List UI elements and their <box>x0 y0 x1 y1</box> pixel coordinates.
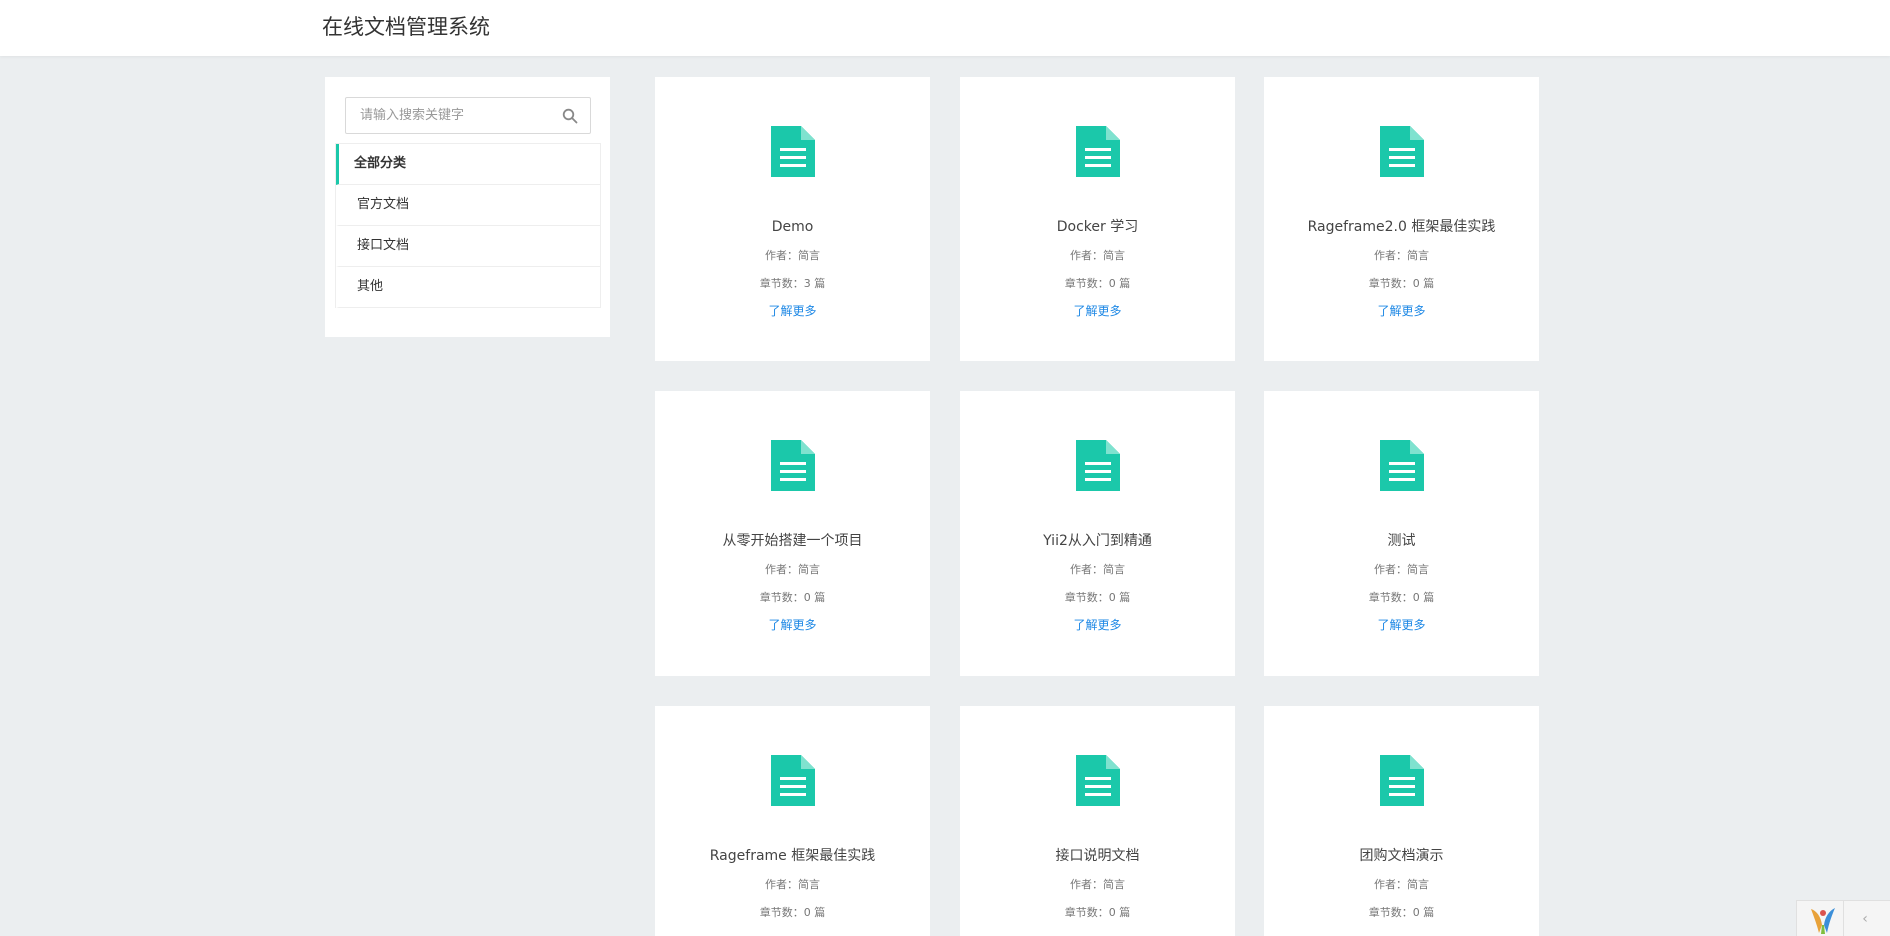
doc-author: 作者：简言 <box>1374 249 1429 262</box>
learn-more-link[interactable]: 了解更多 <box>960 302 1235 320</box>
search-box <box>345 97 591 134</box>
learn-more-link[interactable]: 了解更多 <box>1264 616 1539 634</box>
search-input[interactable] <box>346 98 556 133</box>
doc-author: 作者：简言 <box>1070 563 1125 576</box>
doc-chapter-count: 章节数：0 篇 <box>759 906 826 919</box>
doc-title: Demo <box>771 219 814 235</box>
category-item-official-docs[interactable]: 官方文档 <box>336 185 600 226</box>
document-icon <box>1380 440 1424 491</box>
doc-author: 作者：简言 <box>1374 878 1429 891</box>
doc-author: 作者：简言 <box>765 249 820 262</box>
category-item-all[interactable]: 全部分类 <box>336 144 600 185</box>
document-icon <box>771 755 815 806</box>
doc-author: 作者：简言 <box>765 563 820 576</box>
doc-author: 作者：简言 <box>765 878 820 891</box>
doc-chapter-count: 章节数：0 篇 <box>1064 906 1131 919</box>
doc-author: 作者：简言 <box>1070 249 1125 262</box>
doc-chapter-count: 章节数：0 篇 <box>759 591 826 604</box>
category-item-other[interactable]: 其他 <box>336 267 600 308</box>
document-icon <box>1076 755 1120 806</box>
doc-chapter-count: 章节数：3 篇 <box>759 277 826 290</box>
doc-card[interactable]: 从零开始搭建一个项目 作者：简言 章节数：0 篇 了解更多 <box>655 391 930 676</box>
doc-title: 测试 <box>1387 533 1416 549</box>
doc-card[interactable]: 团购文档演示 作者：简言 章节数：0 篇 <box>1264 706 1539 936</box>
doc-title: 从零开始搭建一个项目 <box>722 533 863 549</box>
doc-chapter-count: 章节数：0 篇 <box>1368 591 1435 604</box>
document-icon <box>1380 126 1424 177</box>
doc-title: Rageframe 框架最佳实践 <box>709 848 876 864</box>
doc-chapter-count: 章节数：0 篇 <box>1064 277 1131 290</box>
yii-logo-icon[interactable] <box>1807 905 1839 935</box>
category-sidebar: 全部分类 官方文档 接口文档 其他 <box>325 77 610 337</box>
category-list: 全部分类 官方文档 接口文档 其他 <box>335 143 601 308</box>
doc-title: 团购文档演示 <box>1359 848 1444 864</box>
doc-card[interactable]: Demo 作者：简言 章节数：3 篇 了解更多 <box>655 77 930 361</box>
chevron-left-icon[interactable]: ‹ <box>1855 909 1875 929</box>
top-header: 在线文档管理系统 <box>0 0 1890 56</box>
doc-card[interactable]: 接口说明文档 作者：简言 章节数：0 篇 <box>960 706 1235 936</box>
site-title[interactable]: 在线文档管理系统 <box>322 12 490 42</box>
search-icon[interactable] <box>562 108 578 124</box>
document-icon <box>771 440 815 491</box>
learn-more-link[interactable]: 了解更多 <box>655 616 930 634</box>
doc-chapter-count: 章节数：0 篇 <box>1368 277 1435 290</box>
document-icon <box>771 126 815 177</box>
document-icon <box>1076 126 1120 177</box>
doc-card[interactable]: Rageframe2.0 框架最佳实践 作者：简言 章节数：0 篇 了解更多 <box>1264 77 1539 361</box>
debug-toolbar: ‹ <box>1796 900 1890 936</box>
document-icon <box>1380 755 1424 806</box>
learn-more-link[interactable]: 了解更多 <box>1264 302 1539 320</box>
doc-title: 接口说明文档 <box>1055 848 1140 864</box>
category-item-api-docs[interactable]: 接口文档 <box>336 226 600 267</box>
toolbar-divider <box>1843 901 1844 936</box>
doc-card[interactable]: Yii2从入门到精通 作者：简言 章节数：0 篇 了解更多 <box>960 391 1235 676</box>
learn-more-link[interactable]: 了解更多 <box>960 616 1235 634</box>
learn-more-link[interactable]: 了解更多 <box>655 302 930 320</box>
doc-title: Yii2从入门到精通 <box>1043 533 1152 549</box>
doc-title: Docker 学习 <box>1056 219 1139 235</box>
doc-author: 作者：简言 <box>1374 563 1429 576</box>
document-icon <box>1076 440 1120 491</box>
doc-chapter-count: 章节数：0 篇 <box>1368 906 1435 919</box>
doc-card[interactable]: Docker 学习 作者：简言 章节数：0 篇 了解更多 <box>960 77 1235 361</box>
doc-card[interactable]: Rageframe 框架最佳实践 作者：简言 章节数：0 篇 <box>655 706 930 936</box>
doc-author: 作者：简言 <box>1070 878 1125 891</box>
doc-title: Rageframe2.0 框架最佳实践 <box>1307 219 1496 235</box>
doc-card[interactable]: 测试 作者：简言 章节数：0 篇 了解更多 <box>1264 391 1539 676</box>
doc-chapter-count: 章节数：0 篇 <box>1064 591 1131 604</box>
